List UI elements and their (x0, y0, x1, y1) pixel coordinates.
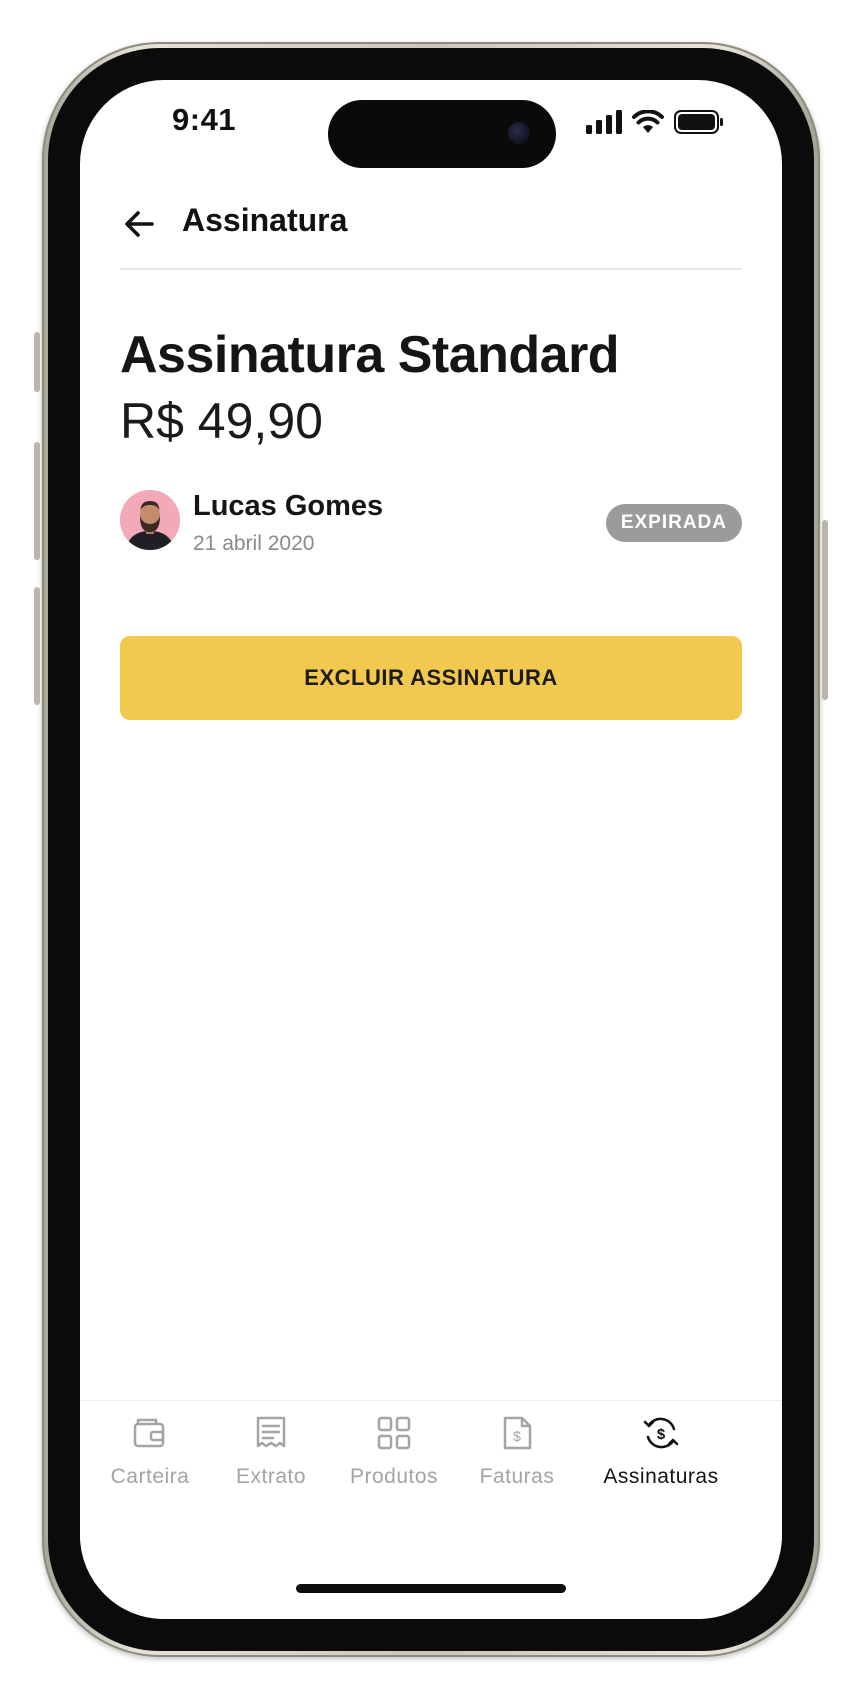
avatar-portrait-icon (120, 490, 180, 550)
subscription-date: 21 abril 2020 (193, 532, 315, 555)
subscriber-name: Lucas Gomes (193, 490, 384, 522)
svg-text:$: $ (657, 1426, 666, 1443)
dynamic-island (328, 100, 556, 168)
tab-assinaturas[interactable]: $ Assinaturas (586, 1401, 736, 1511)
screen: 9:41 Assinatura Assinatura Standard R$ 4… (80, 80, 782, 1619)
battery-icon (674, 110, 723, 134)
avatar (120, 490, 180, 550)
front-camera (508, 122, 530, 144)
tab-carteira[interactable]: Carteira (80, 1401, 220, 1511)
arrow-left-icon[interactable] (120, 204, 160, 244)
tab-bar: Carteira Extrato Produtos $ Faturas $ As… (80, 1400, 782, 1619)
tab-faturas[interactable]: $ Faturas (447, 1401, 587, 1511)
invoice-dollar-icon: $ (503, 1416, 532, 1450)
status-icons (586, 110, 724, 134)
tab-label: Extrato (235, 1465, 307, 1488)
header: Assinatura (120, 192, 742, 270)
volume-up-button (34, 442, 40, 560)
home-indicator[interactable] (296, 1584, 566, 1593)
delete-subscription-button[interactable]: EXCLUIR ASSINATURA (120, 636, 742, 720)
status-badge: EXPIRADA (605, 504, 742, 542)
power-button (822, 520, 828, 700)
wallet-icon (133, 1418, 165, 1448)
status-time: 9:41 (172, 102, 237, 137)
tab-label: Produtos (349, 1465, 439, 1488)
tab-extrato[interactable]: Extrato (201, 1401, 341, 1511)
page-title: Assinatura (182, 202, 348, 238)
volume-down-button (34, 587, 40, 705)
signal-icon (586, 110, 622, 134)
phone-bezel: 9:41 Assinatura Assinatura Standard R$ 4… (48, 48, 814, 1651)
plan-price: R$ 49,90 (120, 393, 323, 449)
tab-label: Carteira (110, 1465, 190, 1488)
grid-icon (377, 1416, 411, 1450)
tab-label: Assinaturas (603, 1465, 719, 1488)
phone-frame: 9:41 Assinatura Assinatura Standard R$ 4… (34, 42, 828, 1657)
subscriber-row: Lucas Gomes 21 abril 2020 EXPIRADA (120, 490, 742, 562)
action-button (34, 332, 40, 392)
tab-label: Faturas (479, 1465, 555, 1488)
tab-produtos[interactable]: Produtos (324, 1401, 464, 1511)
plan-name: Assinatura Standard (120, 326, 620, 384)
receipt-icon (256, 1416, 286, 1448)
subscription-dollar-icon: $ (643, 1417, 679, 1449)
wifi-icon (632, 110, 664, 133)
svg-text:$: $ (513, 1428, 521, 1444)
